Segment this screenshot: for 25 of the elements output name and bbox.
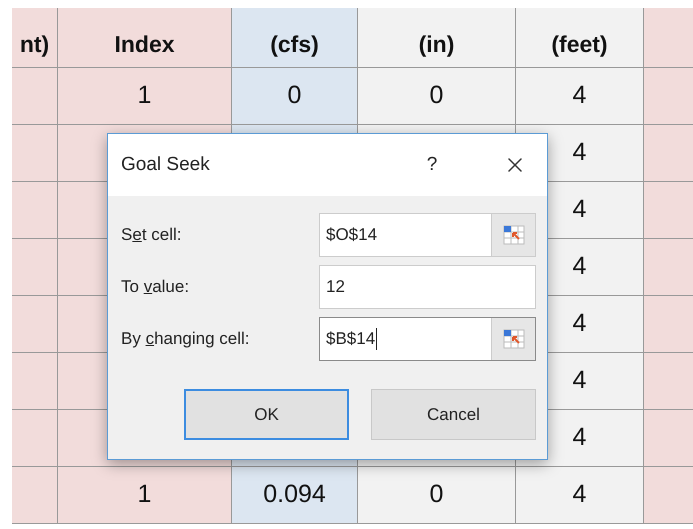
- help-button[interactable]: ?: [417, 150, 447, 180]
- field-label: By changing cell:: [121, 328, 251, 350]
- input-field[interactable]: 12: [319, 265, 536, 309]
- column-header: (feet): [516, 8, 644, 67]
- cell-reference-icon: [502, 225, 524, 245]
- table-cell: 0: [358, 467, 516, 523]
- column-header: (in): [358, 8, 516, 67]
- column-header: nt): [12, 8, 58, 67]
- table-cell: 1: [58, 68, 232, 124]
- dialog-button[interactable]: OK: [184, 389, 349, 440]
- cell-reference-icon: [502, 329, 524, 349]
- table-cell: 4: [516, 68, 644, 124]
- table-cell: 1: [58, 467, 232, 523]
- dialog-button[interactable]: Cancel: [371, 389, 536, 440]
- table-cell: 0.094: [232, 467, 358, 523]
- input-field[interactable]: $B$14: [319, 317, 536, 361]
- table-cell: 0: [358, 68, 516, 124]
- column-header: Index: [58, 8, 232, 67]
- field-label: To value:: [121, 276, 190, 298]
- table-cell: 0: [232, 68, 358, 124]
- column-header: (cfs): [232, 8, 358, 67]
- field-label: Set cell:: [121, 224, 182, 246]
- dialog-title: Goal Seek: [121, 152, 210, 177]
- table-cell: 4: [516, 467, 644, 523]
- input-field[interactable]: $O$14: [319, 213, 536, 257]
